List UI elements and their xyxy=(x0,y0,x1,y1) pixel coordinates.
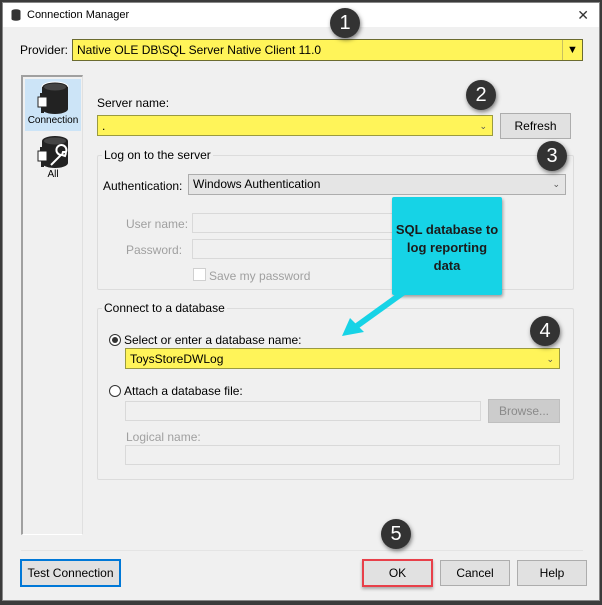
authentication-select[interactable]: Windows Authentication ⌄ xyxy=(188,174,566,195)
database-name-value: ToysStoreDWLog xyxy=(130,352,224,366)
chevron-down-icon[interactable]: ⌄ xyxy=(552,175,560,194)
username-label: User name: xyxy=(126,217,189,231)
database-name-input[interactable]: ToysStoreDWLog ⌄ xyxy=(125,348,560,369)
logical-name-input[interactable] xyxy=(125,445,560,465)
database-plug-wrench-icon xyxy=(37,136,68,168)
callout-line: data xyxy=(433,258,461,273)
provider-value: Native OLE DB\SQL Server Native Client 1… xyxy=(77,43,322,57)
refresh-button[interactable]: Refresh xyxy=(500,113,571,139)
step-badge-3: 3 xyxy=(537,141,567,171)
browse-button[interactable]: Browse... xyxy=(488,399,560,423)
select-database-radio[interactable] xyxy=(109,334,121,346)
window-title: Connection Manager xyxy=(27,9,130,21)
server-name-value: . xyxy=(102,119,106,133)
cancel-button[interactable]: Cancel xyxy=(440,560,510,586)
attach-database-label: Attach a database file: xyxy=(124,384,243,398)
title-bar: Connection Manager ✕ xyxy=(3,3,599,27)
attach-database-radio[interactable] xyxy=(109,385,121,397)
close-button[interactable]: ✕ xyxy=(577,7,589,24)
annotation-callout: SQL database to log reporting data xyxy=(392,197,502,295)
password-input[interactable] xyxy=(192,239,402,259)
test-connection-button[interactable]: Test Connection xyxy=(20,559,121,587)
sidebar-item-connection[interactable]: Connection xyxy=(25,79,81,131)
step-badge-1: 1 xyxy=(330,8,360,38)
step-badge-4: 4 xyxy=(530,316,560,346)
step-badge-5: 5 xyxy=(381,519,411,549)
save-password-label: Save my password xyxy=(209,269,311,283)
help-button[interactable]: Help xyxy=(517,560,587,586)
callout-line: log reporting xyxy=(406,240,488,255)
database-icon xyxy=(11,9,21,21)
chevron-down-icon[interactable]: ⌄ xyxy=(546,349,554,369)
chevron-down-icon[interactable]: ⌄ xyxy=(479,116,487,136)
callout-line: SQL database to xyxy=(395,222,499,237)
ok-button[interactable]: OK xyxy=(362,559,433,587)
save-password-checkbox[interactable] xyxy=(193,268,206,281)
step-badge-2: 2 xyxy=(466,80,496,110)
authentication-label: Authentication: xyxy=(103,179,183,193)
provider-select[interactable]: Native OLE DB\SQL Server Native Client 1… xyxy=(72,39,583,61)
select-database-label: Select or enter a database name: xyxy=(124,333,302,347)
connection-manager-dialog: Connection Manager ✕ Provider: Native OL… xyxy=(2,2,600,601)
sidebar-item-all[interactable]: All xyxy=(25,133,81,185)
callout-arrow-icon xyxy=(342,290,406,336)
username-input[interactable] xyxy=(192,213,402,233)
authentication-value: Windows Authentication xyxy=(193,177,321,191)
database-group-title: Connect to a database xyxy=(102,301,227,315)
dropdown-arrow-icon[interactable]: ▼ xyxy=(562,40,582,60)
footer-divider xyxy=(21,550,583,551)
server-name-input[interactable]: . ⌄ xyxy=(97,115,493,136)
password-label: Password: xyxy=(126,243,183,257)
provider-label: Provider: xyxy=(20,43,69,57)
server-name-label: Server name: xyxy=(97,96,170,110)
logical-name-label: Logical name: xyxy=(126,430,201,444)
sidebar: Connection All xyxy=(21,75,83,535)
sidebar-label: All xyxy=(47,169,59,180)
database-plug-icon xyxy=(37,81,69,114)
logon-group-title: Log on to the server xyxy=(102,148,213,162)
sidebar-label: Connection xyxy=(27,115,79,126)
attach-file-input[interactable] xyxy=(125,401,481,421)
